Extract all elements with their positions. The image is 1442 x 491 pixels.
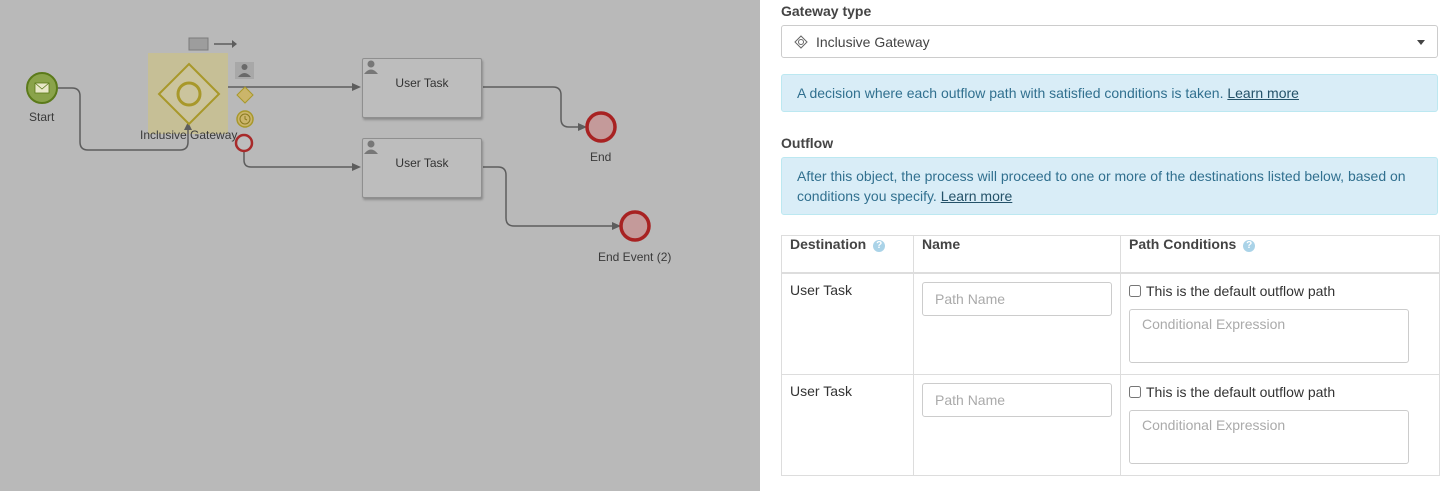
flow-gateway-to-task2 <box>243 150 352 168</box>
gateway-type-value: Inclusive Gateway <box>816 34 930 50</box>
conditions-cell: This is the default outflow path <box>1120 374 1440 476</box>
start-event[interactable] <box>26 72 58 104</box>
outflow-info-alert: After this object, the process will proc… <box>781 157 1438 215</box>
default-path-label: This is the default outflow path <box>1146 283 1336 299</box>
help-icon[interactable]: ? <box>873 240 886 252</box>
conditions-header: Path Conditions ? <box>1120 235 1440 274</box>
default-path-checkbox[interactable] <box>1129 285 1141 297</box>
user-icon <box>364 140 378 154</box>
gateway-info-alert: A decision where each outflow path with … <box>781 74 1438 112</box>
annotation-tool-icon[interactable] <box>188 37 209 51</box>
gateway-type-heading: Gateway type <box>781 3 872 19</box>
name-header: Name <box>913 235 1121 274</box>
help-icon[interactable]: ? <box>1243 240 1256 252</box>
gateway-type-select[interactable]: Inclusive Gateway <box>781 25 1438 58</box>
flow-task2-to-end2 <box>483 166 612 227</box>
default-path-option[interactable]: This is the default outflow path <box>1129 384 1431 400</box>
append-timer-icon[interactable] <box>236 110 254 128</box>
name-cell <box>913 374 1121 476</box>
flow-task1-to-end <box>483 86 578 128</box>
destination-cell: User Task <box>781 272 914 375</box>
outflow-table: Destination ? Name Path Conditions ? Use… <box>781 235 1440 476</box>
process-canvas[interactable]: User Task User Task Start Inclusive Gate… <box>0 0 760 491</box>
gateway-info-text: A decision where each outflow path with … <box>797 85 1224 101</box>
table-header-row: Destination ? Name Path Conditions ? <box>781 235 1440 274</box>
start-label: Start <box>29 110 55 124</box>
arrowhead-task1 <box>352 83 361 91</box>
name-header-label: Name <box>922 236 961 252</box>
end-event[interactable] <box>585 111 617 143</box>
arrowhead-task2 <box>352 163 361 171</box>
name-cell <box>913 272 1121 375</box>
outflow-learn-more-link[interactable]: Learn more <box>941 188 1013 204</box>
outflow-info-text: After this object, the process will proc… <box>797 168 1406 204</box>
append-end-event-icon[interactable] <box>234 133 254 153</box>
path-name-input[interactable] <box>922 282 1112 316</box>
append-gateway-icon[interactable] <box>236 86 254 104</box>
chevron-down-icon <box>1417 40 1425 45</box>
task-label: User Task <box>395 76 449 90</box>
path-name-input[interactable] <box>922 383 1112 417</box>
default-path-checkbox[interactable] <box>1129 386 1141 398</box>
conditional-expression-input[interactable] <box>1129 309 1409 363</box>
outflow-heading: Outflow <box>781 135 834 151</box>
conditional-expression-input[interactable] <box>1129 410 1409 464</box>
user-icon <box>364 60 378 74</box>
conditions-cell: This is the default outflow path <box>1120 272 1440 375</box>
inclusive-gateway-icon <box>794 35 808 49</box>
append-user-task-icon[interactable] <box>235 62 254 79</box>
user-task-2[interactable]: User Task <box>362 138 482 198</box>
destination-cell: User Task <box>781 374 914 476</box>
destination-header: Destination ? <box>781 235 914 274</box>
destination-header-label: Destination <box>790 236 867 252</box>
gateway-label: Inclusive Gateway <box>140 128 238 142</box>
gateway-learn-more-link[interactable]: Learn more <box>1227 85 1299 101</box>
task-label: User Task <box>395 156 449 170</box>
end-label: End <box>590 150 612 164</box>
toolbar-arrowhead <box>232 40 237 48</box>
conditions-header-label: Path Conditions <box>1129 236 1237 252</box>
end2-label: End Event (2) <box>598 250 672 264</box>
default-path-label: This is the default outflow path <box>1146 384 1336 400</box>
table-row: User Task This is the default outflow pa… <box>781 374 1440 476</box>
end-event-2[interactable] <box>619 210 651 242</box>
properties-panel: Gateway type Inclusive Gateway A decisio… <box>760 0 1442 491</box>
default-path-option[interactable]: This is the default outflow path <box>1129 283 1431 299</box>
user-task-1[interactable]: User Task <box>362 58 482 118</box>
table-row: User Task This is the default outflow pa… <box>781 272 1440 375</box>
